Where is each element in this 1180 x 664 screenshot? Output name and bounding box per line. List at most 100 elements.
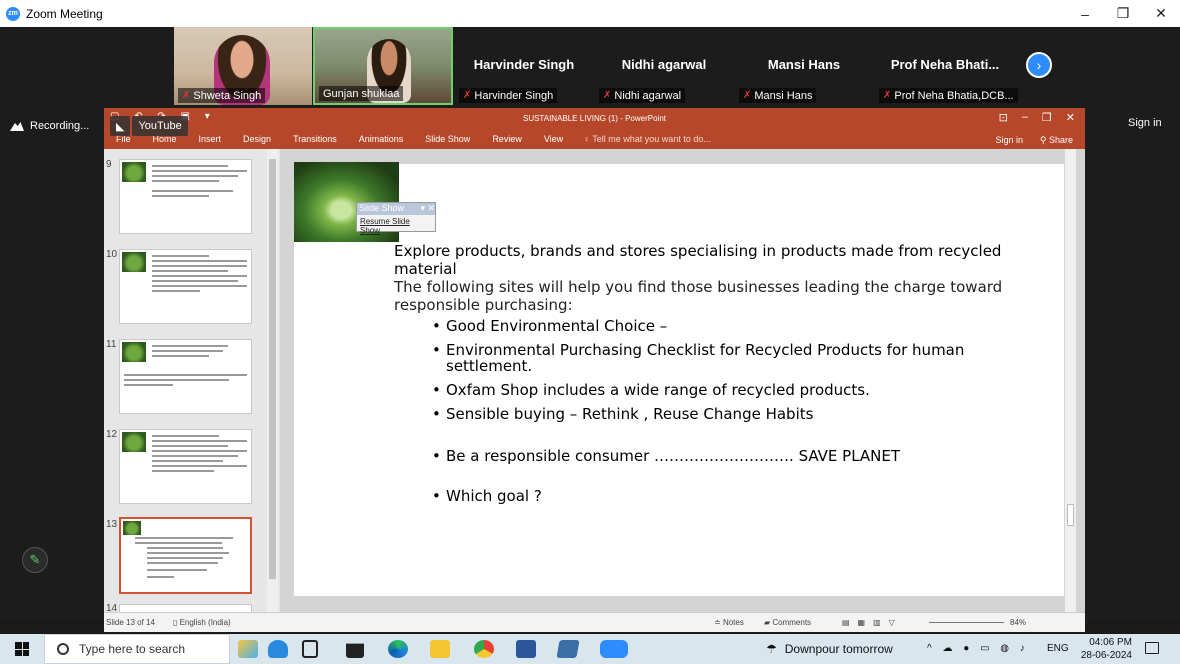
close-icon[interactable]: ✕ — [1142, 0, 1180, 27]
window-controls: – ❐ ✕ — [1066, 0, 1180, 27]
annotate-pencil-icon[interactable]: ✎ — [22, 547, 48, 573]
tab-design[interactable]: Design — [243, 134, 271, 144]
view-buttons[interactable]: ▤▦▥▽ — [842, 618, 903, 627]
weather-text: Downpour tomorrow — [784, 642, 893, 656]
notification-icon[interactable] — [1145, 642, 1159, 654]
ppt-window-controls: ⊡ – ❐ ✕ — [999, 111, 1075, 124]
thumbnails-scrollbar[interactable] — [267, 149, 278, 612]
mail-icon[interactable] — [346, 643, 364, 658]
comments-button[interactable]: ▰ Comments — [764, 618, 811, 627]
ppt-close-icon[interactable]: ✕ — [1066, 111, 1075, 124]
participant-tile[interactable]: ✗ Shweta Singh — [174, 27, 312, 105]
slide-text-box[interactable]: Explore products, brands and stores spec… — [394, 242, 1054, 512]
participant-tile[interactable]: Harvinder Singh ✗ Harvinder Singh — [455, 27, 593, 105]
mic-muted-icon: ✗ — [743, 90, 752, 101]
thumb-number: 14 — [106, 603, 118, 612]
zoom-slider[interactable] — [929, 622, 1004, 623]
ppt-titlebar: ▢ ↶ ↷ ▣ ▾ SUSTAINABLE LIVING (1) - Power… — [104, 108, 1085, 129]
clock[interactable]: 04:06 PM 28-06-2024 — [1080, 636, 1132, 662]
thumb-text — [124, 374, 247, 389]
ribbon-display-icon[interactable]: ⊡ — [999, 111, 1008, 124]
scrollbar-thumb[interactable] — [269, 159, 276, 579]
widgets-icon[interactable] — [238, 640, 258, 658]
slide-thumbnail-13-selected[interactable] — [119, 517, 252, 594]
ppt-restore-icon[interactable]: ❐ — [1042, 111, 1052, 124]
recording-label: Recording... — [30, 120, 90, 132]
slide-thumbnails-pane: 9 10 11 12 13 14 — [104, 149, 280, 612]
ppt-minimize-icon[interactable]: – — [1022, 111, 1028, 124]
participant-label: Gunjan shuklaa — [319, 86, 404, 101]
youtube-overlay[interactable]: ◣ YouTube — [110, 116, 188, 136]
ribbon-tabs: File Home Insert Design Transitions Anim… — [104, 129, 1085, 149]
thumb-image — [122, 342, 146, 362]
scrollbar-thumb[interactable] — [1067, 504, 1074, 526]
participant-tile[interactable]: Mansi Hans ✗ Mansi Hans — [735, 27, 873, 105]
recording-cloud-icon — [10, 122, 24, 131]
taskbar-search[interactable]: Type here to search — [44, 634, 230, 664]
thumb-number: 11 — [106, 339, 117, 350]
search-placeholder: Type here to search — [79, 642, 186, 656]
thumb-text — [152, 435, 247, 475]
youtube-label[interactable]: YouTube — [132, 116, 188, 136]
zoom-level[interactable]: 84% — [1010, 618, 1026, 627]
powerpoint-window: ▢ ↶ ↷ ▣ ▾ SUSTAINABLE LIVING (1) - Power… — [104, 108, 1085, 632]
windows-logo-icon — [15, 642, 29, 656]
bullet-item: Sensible buying – Rethink , Reuse Change… — [432, 406, 1054, 422]
current-slide[interactable]: Slide Show ▾ ✕ Resume Slide Show Explore … — [294, 162, 1064, 596]
participant-tile-active-speaker[interactable]: Gunjan shuklaa — [313, 27, 453, 105]
input-language[interactable]: ENG — [1047, 643, 1069, 654]
task-view-icon[interactable] — [302, 640, 318, 658]
system-tray[interactable]: ^ ☁ ● ▭ ◍ ♪ — [927, 643, 1029, 654]
file-explorer-icon[interactable] — [430, 640, 450, 658]
slide-scrollbar[interactable] — [1065, 149, 1076, 612]
thumb-text — [152, 165, 247, 200]
mic-muted-icon: ✗ — [883, 90, 892, 101]
recording-indicator[interactable]: Recording... — [10, 117, 89, 135]
chrome-icon[interactable] — [474, 640, 494, 658]
notes-button[interactable]: ≐ Notes — [714, 618, 744, 627]
umbrella-icon: ☂ — [766, 642, 777, 656]
next-page-arrow-icon[interactable]: › — [1026, 52, 1052, 78]
minimize-icon[interactable]: – — [1066, 0, 1104, 27]
slide-thumbnail-9[interactable] — [119, 159, 252, 234]
tab-animations[interactable]: Animations — [359, 134, 404, 144]
resume-slide-show-link[interactable]: Resume Slide Show — [357, 215, 435, 237]
thumb-text — [152, 345, 247, 360]
zoom-logo-icon: zm — [6, 6, 20, 21]
windows-taskbar: Type here to search ☂ Downpour tomorrow … — [0, 634, 1180, 664]
participant-tile[interactable]: Prof Neha Bhati... ✗ Prof Neha Bhatia,DCB… — [875, 27, 1018, 105]
slide-thumbnail-11[interactable] — [119, 339, 252, 414]
bullet-item: Environmental Purchasing Checklist for R… — [432, 342, 1054, 374]
popup-close-icon[interactable]: ▾ ✕ — [420, 203, 435, 215]
language-indicator[interactable]: ▯ English (India) — [173, 618, 231, 627]
thumb-number: 10 — [106, 249, 118, 260]
slide-thumbnail-14[interactable] — [119, 604, 252, 612]
share-button[interactable]: ⚲ Share — [1040, 135, 1073, 146]
ppt-sign-in[interactable]: Sign in — [995, 135, 1023, 145]
tab-transitions[interactable]: Transitions — [293, 134, 337, 144]
window-title: Zoom Meeting — [26, 6, 103, 21]
word-icon[interactable] — [516, 640, 536, 658]
slide-thumbnail-12[interactable] — [119, 429, 252, 504]
tab-insert[interactable]: Insert — [199, 134, 222, 144]
tab-view[interactable]: View — [544, 134, 563, 144]
start-button[interactable] — [0, 634, 44, 664]
people-icon[interactable] — [268, 640, 288, 658]
ppt-document-title: SUSTAINABLE LIVING (1) - PowerPoint — [522, 114, 666, 123]
weather-widget[interactable]: ☂ Downpour tomorrow — [766, 642, 893, 656]
cast-icon[interactable]: ◣ — [110, 116, 131, 136]
tab-slide-show[interactable]: Slide Show — [425, 134, 470, 144]
thumb-number: 13 — [106, 519, 118, 530]
app-icon[interactable] — [556, 640, 580, 658]
popup-title: Slide Show — [359, 203, 405, 213]
slide-thumbnail-10[interactable] — [119, 249, 252, 324]
edge-icon[interactable] — [388, 640, 408, 658]
tab-review[interactable]: Review — [492, 134, 522, 144]
restore-icon[interactable]: ❐ — [1104, 0, 1142, 27]
participant-tile[interactable]: Nidhi agarwal ✗ Nidhi agarwal — [595, 27, 733, 105]
tell-me-search[interactable]: ♀ Tell me what you want to do... — [583, 134, 711, 144]
lightbulb-icon: ♀ — [583, 134, 590, 144]
thumb-image — [123, 521, 141, 535]
zoom-taskbar-icon[interactable] — [600, 640, 628, 658]
zoom-sign-in[interactable]: Sign in — [1128, 117, 1162, 129]
